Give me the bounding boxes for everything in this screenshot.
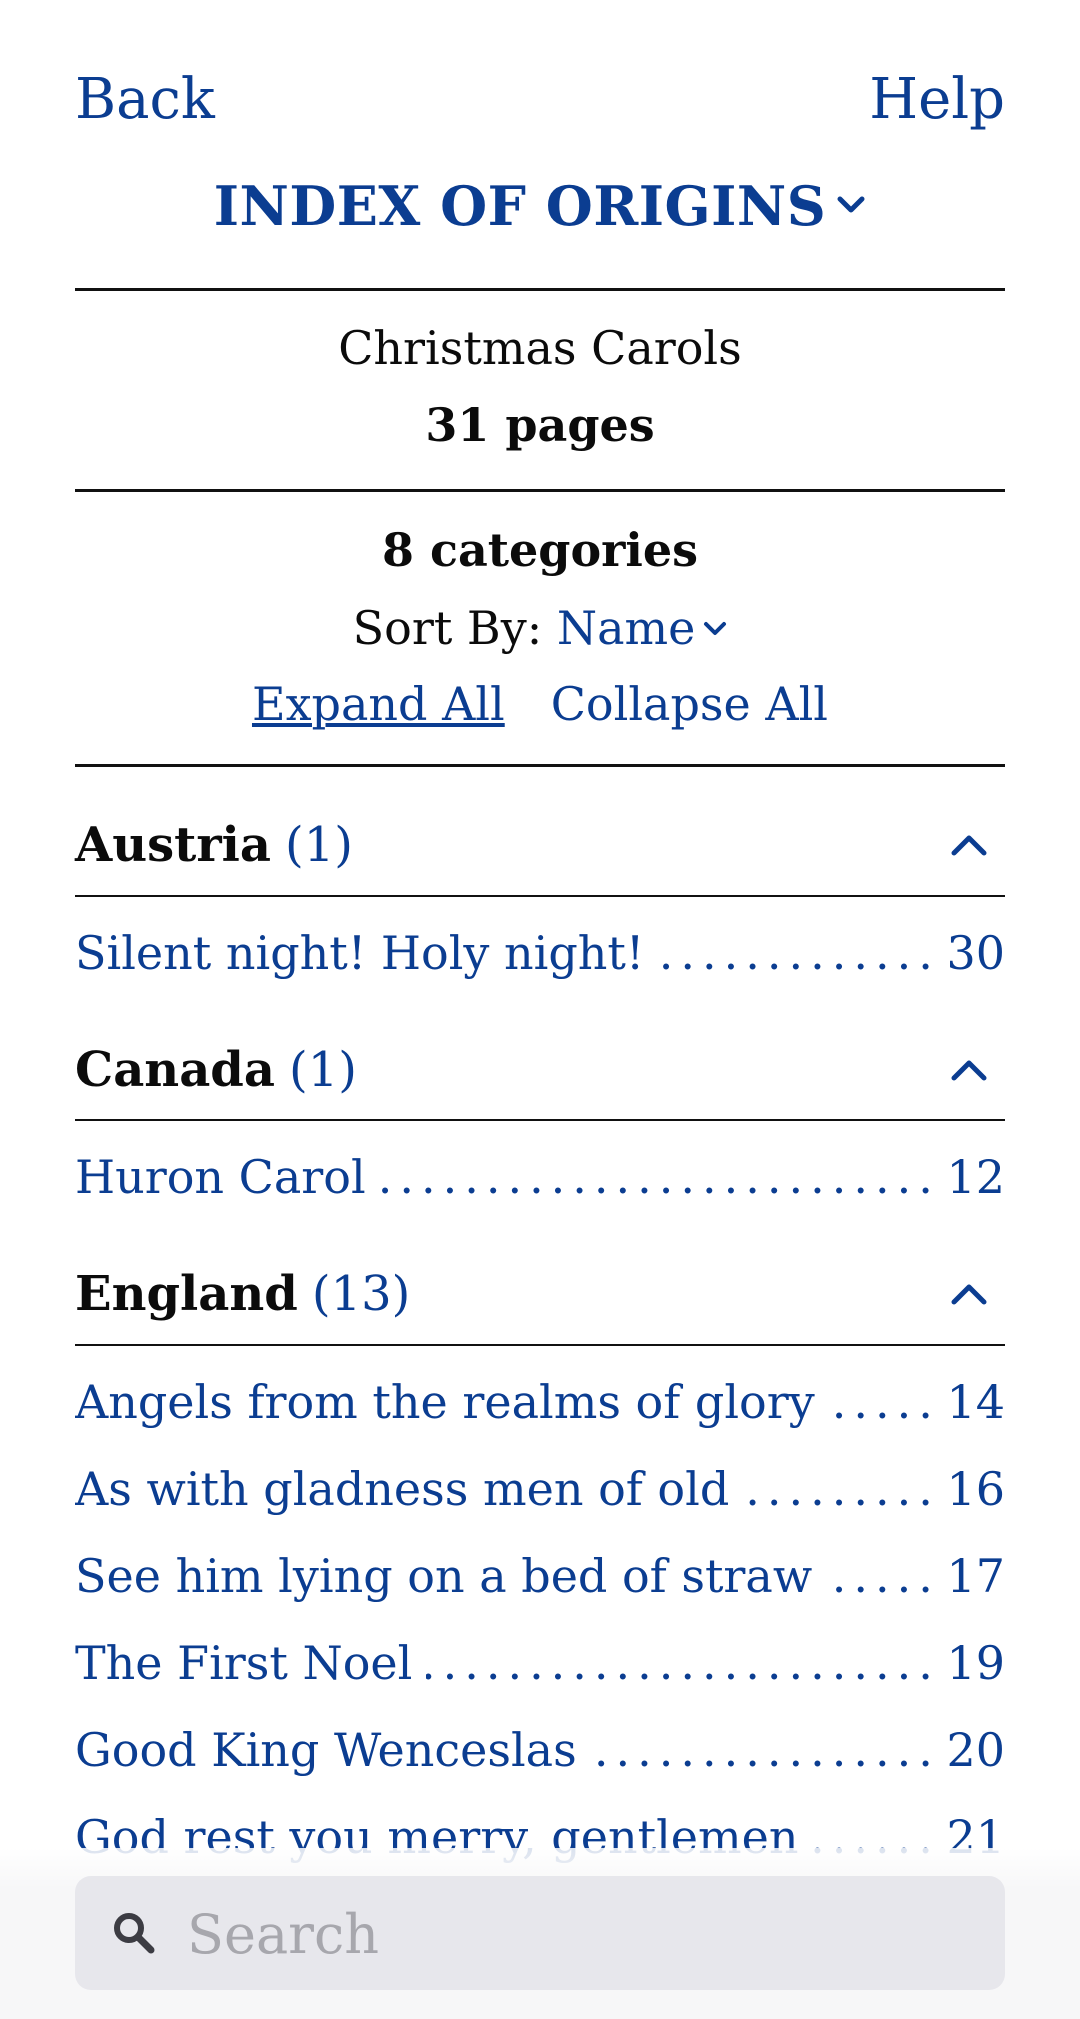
sort-value: Name bbox=[556, 601, 696, 655]
entry-page-number: 30 bbox=[932, 918, 1005, 988]
help-link[interactable]: Help bbox=[869, 60, 1005, 140]
index-title-label: INDEX OF ORIGINS bbox=[213, 174, 827, 238]
entry-page-number: 14 bbox=[932, 1367, 1005, 1437]
chevron-down-icon bbox=[837, 196, 865, 213]
search-bar-container bbox=[0, 1848, 1080, 2019]
index-entry[interactable]: ........................................… bbox=[75, 1715, 1005, 1785]
collapse-all-link[interactable]: Collapse All bbox=[551, 672, 828, 736]
category-label: Austria bbox=[75, 817, 271, 873]
search-icon bbox=[114, 1913, 155, 1954]
category-header-canada[interactable]: Canada (1) bbox=[75, 1030, 1005, 1110]
chevron-up-icon[interactable] bbox=[949, 1054, 989, 1086]
chevron-up-icon[interactable] bbox=[949, 829, 989, 861]
divider bbox=[75, 288, 1005, 291]
divider bbox=[75, 895, 1005, 897]
sort-control: Sort By: Name bbox=[75, 596, 1005, 660]
entry-title: Huron Carol bbox=[75, 1142, 380, 1212]
category-name: England (13) bbox=[75, 1254, 410, 1334]
category-name: Canada (1) bbox=[75, 1030, 357, 1110]
search-field[interactable] bbox=[75, 1876, 1005, 1992]
entry-page-number: 20 bbox=[932, 1715, 1005, 1785]
category-name: Austria (1) bbox=[75, 805, 353, 885]
chevron-down-icon bbox=[704, 622, 727, 635]
search-input[interactable] bbox=[185, 1876, 969, 1992]
divider bbox=[75, 764, 1005, 767]
category-header-england[interactable]: England (13) bbox=[75, 1254, 1005, 1334]
entry-title: Silent night! Holy night! bbox=[75, 918, 659, 988]
entry-page-number: 12 bbox=[932, 1142, 1005, 1212]
category-count-badge: (1) bbox=[284, 817, 353, 873]
entry-title: Good King Wenceslas bbox=[75, 1715, 591, 1785]
index-entry[interactable]: ........................................… bbox=[75, 1454, 1005, 1524]
back-link[interactable]: Back bbox=[75, 60, 215, 140]
entry-title: Angels from the realms of glory bbox=[75, 1367, 829, 1437]
index-entry[interactable]: ........................................… bbox=[75, 1367, 1005, 1437]
entry-title: See him lying on a bed of straw bbox=[75, 1541, 827, 1611]
index-entry[interactable]: ........................................… bbox=[75, 1628, 1005, 1698]
chevron-up-icon[interactable] bbox=[949, 1278, 989, 1310]
category-header-austria[interactable]: Austria (1) bbox=[75, 805, 1005, 885]
index-page: Back Help INDEX OF ORIGINS Christmas Car… bbox=[75, 0, 1005, 2019]
entry-page-number: 17 bbox=[932, 1541, 1005, 1611]
category-count-badge: (13) bbox=[311, 1266, 411, 1322]
category-count: 8 categories bbox=[381, 523, 699, 577]
book-title: Christmas Carols bbox=[338, 321, 742, 375]
divider bbox=[75, 1119, 1005, 1121]
expand-all-link[interactable]: Expand All bbox=[252, 672, 505, 736]
entry-title: The First Noel bbox=[75, 1628, 427, 1698]
index-entry[interactable]: ........................................… bbox=[75, 918, 1005, 988]
sort-label: Sort By: bbox=[352, 601, 543, 655]
entry-title: As with gladness men of old bbox=[75, 1454, 744, 1524]
top-navigation: Back Help bbox=[75, 60, 1005, 140]
category-label: Canada bbox=[75, 1042, 275, 1098]
index-entry[interactable]: ........................................… bbox=[75, 1142, 1005, 1212]
entry-page-number: 16 bbox=[932, 1454, 1005, 1524]
entry-page-number: 19 bbox=[932, 1628, 1005, 1698]
index-entry[interactable]: ........................................… bbox=[75, 1541, 1005, 1611]
divider bbox=[75, 1344, 1005, 1346]
index-type-dropdown[interactable]: INDEX OF ORIGINS bbox=[75, 170, 1005, 242]
page-count: 31 pages bbox=[425, 398, 655, 452]
category-count-badge: (1) bbox=[288, 1042, 357, 1098]
category-label: England bbox=[75, 1266, 298, 1322]
divider bbox=[75, 489, 1005, 492]
sort-dropdown[interactable]: Name bbox=[557, 601, 728, 655]
expand-collapse-controls: Expand All Collapse All bbox=[75, 672, 1005, 736]
